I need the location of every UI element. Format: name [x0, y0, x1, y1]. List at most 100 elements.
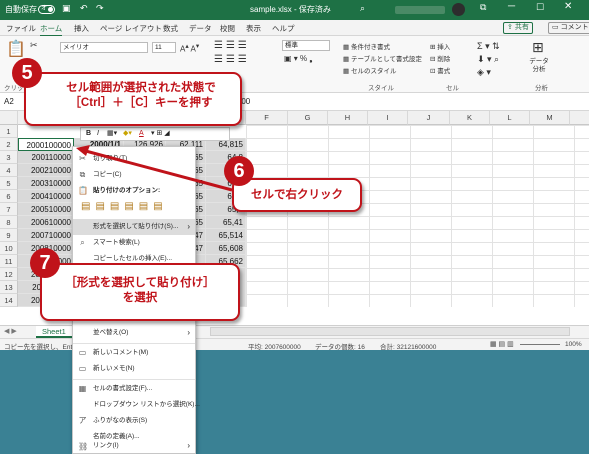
clear-icon[interactable]: ◈ ▾ — [477, 67, 491, 78]
row-header[interactable]: 1 — [0, 125, 18, 138]
comment-button[interactable]: ▭ コメント — [548, 22, 589, 34]
row-header[interactable]: 14 — [0, 294, 18, 307]
fill-icon[interactable]: ⬇ ▾ ⌕ — [477, 54, 499, 65]
number-format-icons[interactable]: ▣ ▾ % ❟ — [284, 54, 313, 64]
tab-insert[interactable]: 挿入 — [74, 23, 89, 34]
borders-icon[interactable]: ▦▾ — [107, 128, 117, 140]
menu-item-cut[interactable]: ✂ 切り取り(T) — [73, 151, 195, 167]
cell-a[interactable]: 200310000 — [18, 177, 74, 190]
data-analysis-icon[interactable]: ⊞ — [532, 39, 544, 56]
minimize-icon[interactable]: ─ — [508, 1, 515, 12]
cell-e[interactable]: 65,41 — [206, 216, 246, 229]
column-header-n[interactable] — [570, 111, 589, 125]
row-header[interactable]: 6 — [0, 190, 18, 203]
column-header-k[interactable]: K — [450, 111, 490, 125]
tab-review[interactable]: 校閲 — [220, 23, 235, 34]
tab-page-layout[interactable]: ページ レイアウト — [100, 23, 162, 34]
align-left-icons[interactable]: ☰☰☰ — [214, 54, 250, 65]
search-icon[interactable]: ⌕ — [360, 3, 365, 14]
undo-icon[interactable]: ↶ — [80, 3, 88, 14]
tab-formulas[interactable]: 数式 — [163, 23, 178, 34]
fill-color-icon[interactable]: ◆▾ — [123, 128, 132, 140]
insert-cells-button[interactable]: ⊞ 挿入 — [430, 41, 450, 51]
share-button[interactable]: ⇪ 共有 — [503, 22, 533, 34]
close-icon[interactable]: ✕ — [564, 1, 572, 12]
cut-icon[interactable]: ✂ — [30, 40, 38, 51]
menu-item-new-comment[interactable]: ▭ 新しいコメント(M) — [73, 345, 195, 361]
paste-icon[interactable]: 📋 — [6, 39, 26, 59]
menu-item-new-note[interactable]: ▭ 新しいメモ(N) — [73, 361, 195, 377]
cell-a[interactable]: 200710000 — [18, 229, 74, 242]
row-header[interactable]: 12 — [0, 268, 18, 281]
cell-a[interactable]: 200210000 — [18, 164, 74, 177]
bold-button[interactable]: B — [86, 128, 91, 140]
font-size-select[interactable]: 11 — [152, 42, 176, 53]
menu-item-format-cells[interactable]: ▦ セルの書式設定(F)... — [73, 381, 195, 397]
cell-e[interactable]: 65,608 — [206, 242, 246, 255]
cell-styles-button[interactable]: ▦ セルのスタイル — [343, 65, 396, 75]
tab-file[interactable]: ファイル — [6, 23, 36, 34]
format-cells-button[interactable]: ⊡ 書式 — [430, 65, 450, 75]
row-header[interactable]: 3 — [0, 151, 18, 164]
select-all-corner[interactable] — [0, 111, 18, 125]
grow-font-icon[interactable]: A▴ A▾ — [180, 42, 199, 54]
autosum-icon[interactable]: Σ ▾ ⇅ — [477, 41, 500, 52]
row-header[interactable]: 9 — [0, 229, 18, 242]
avatar[interactable] — [452, 3, 465, 16]
row-header[interactable]: 13 — [0, 281, 18, 294]
column-header-j[interactable]: J — [408, 111, 450, 125]
menu-item-paste-special[interactable]: 形式を選択して貼り付け(S)... › — [73, 219, 195, 235]
cell-a[interactable]: 200410000 — [18, 190, 74, 203]
menu-item-phonetic[interactable]: アふりがなの表示(S) — [73, 413, 195, 429]
number-format-select[interactable]: 標準 — [282, 40, 330, 51]
ribbon-display-icon[interactable]: ⧉ — [480, 2, 486, 13]
format-as-table-button[interactable]: ▦ テーブルとして書式設定 — [343, 53, 422, 63]
name-box[interactable]: A2 — [4, 97, 14, 106]
row-header[interactable]: 11 — [0, 255, 18, 268]
horizontal-scrollbar[interactable] — [210, 327, 570, 336]
row-header[interactable]: 4 — [0, 164, 18, 177]
maximize-icon[interactable]: ☐ — [536, 2, 544, 13]
sheet-tab[interactable]: Sheet1 — [36, 326, 72, 338]
menu-item-smart-lookup[interactable]: ⌕ スマート検索(L) — [73, 235, 195, 251]
cell-a[interactable]: 200610000 — [18, 216, 74, 229]
save-icon[interactable]: ▣ — [62, 3, 71, 14]
column-header-m[interactable]: M — [530, 111, 570, 125]
sheet-nav-icons[interactable]: ◀ ▶ — [4, 327, 17, 335]
view-mode-icons[interactable]: ▦ ▤ ▥ — [490, 340, 514, 348]
font-color-button[interactable]: A — [139, 128, 144, 140]
italic-button[interactable]: I — [97, 128, 99, 140]
autosave-toggle[interactable]: オフ — [38, 5, 55, 14]
cell-a[interactable]: 200510000 — [18, 203, 74, 216]
empty-cells[interactable] — [246, 125, 589, 307]
conditional-format-button[interactable]: ▦ 条件付き書式 — [343, 41, 390, 51]
tab-data[interactable]: データ — [189, 23, 212, 34]
tab-view[interactable]: 表示 — [246, 23, 261, 34]
cell-e[interactable]: 65,514 — [206, 229, 246, 242]
font-name-select[interactable]: メイリオ — [60, 42, 148, 53]
column-header-i[interactable]: I — [368, 111, 408, 125]
column-header-g[interactable]: G — [288, 111, 328, 125]
font-color-dropdown-icon[interactable]: ▾ ⊞ ◢ — [151, 128, 170, 140]
menu-item-dropdown-pick[interactable]: ドロップダウン リストから選択(K)... — [73, 397, 200, 413]
menu-item-sort[interactable]: 並べ替え(O) › — [73, 325, 195, 341]
tab-home[interactable]: ホーム — [40, 23, 63, 37]
row-header[interactable]: 10 — [0, 242, 18, 255]
menu-item-copy[interactable]: ⧉ コピー(C) — [73, 167, 195, 183]
cell-a[interactable]: 200110000 — [18, 151, 74, 164]
row-header[interactable]: 2 — [0, 138, 18, 151]
redo-icon[interactable]: ↷ — [96, 3, 104, 14]
menu-item-link[interactable]: ⛓ リンク(I) › — [73, 439, 195, 453]
zoom-level[interactable]: 100% — [565, 341, 582, 348]
paste-option-icons[interactable]: ▤▤▤▤▤▤ — [81, 201, 191, 217]
row-header[interactable]: 5 — [0, 177, 18, 190]
column-header-h[interactable]: H — [328, 111, 368, 125]
column-header-f[interactable]: F — [246, 111, 288, 125]
zoom-slider[interactable] — [520, 344, 560, 345]
column-header-l[interactable]: L — [490, 111, 530, 125]
cell-a2[interactable]: 2000100000 — [18, 138, 74, 151]
align-top-icons[interactable]: ☰☰☰ — [214, 40, 250, 51]
tab-help[interactable]: ヘルプ — [272, 23, 295, 34]
row-header[interactable]: 7 — [0, 203, 18, 216]
row-header[interactable]: 8 — [0, 216, 18, 229]
